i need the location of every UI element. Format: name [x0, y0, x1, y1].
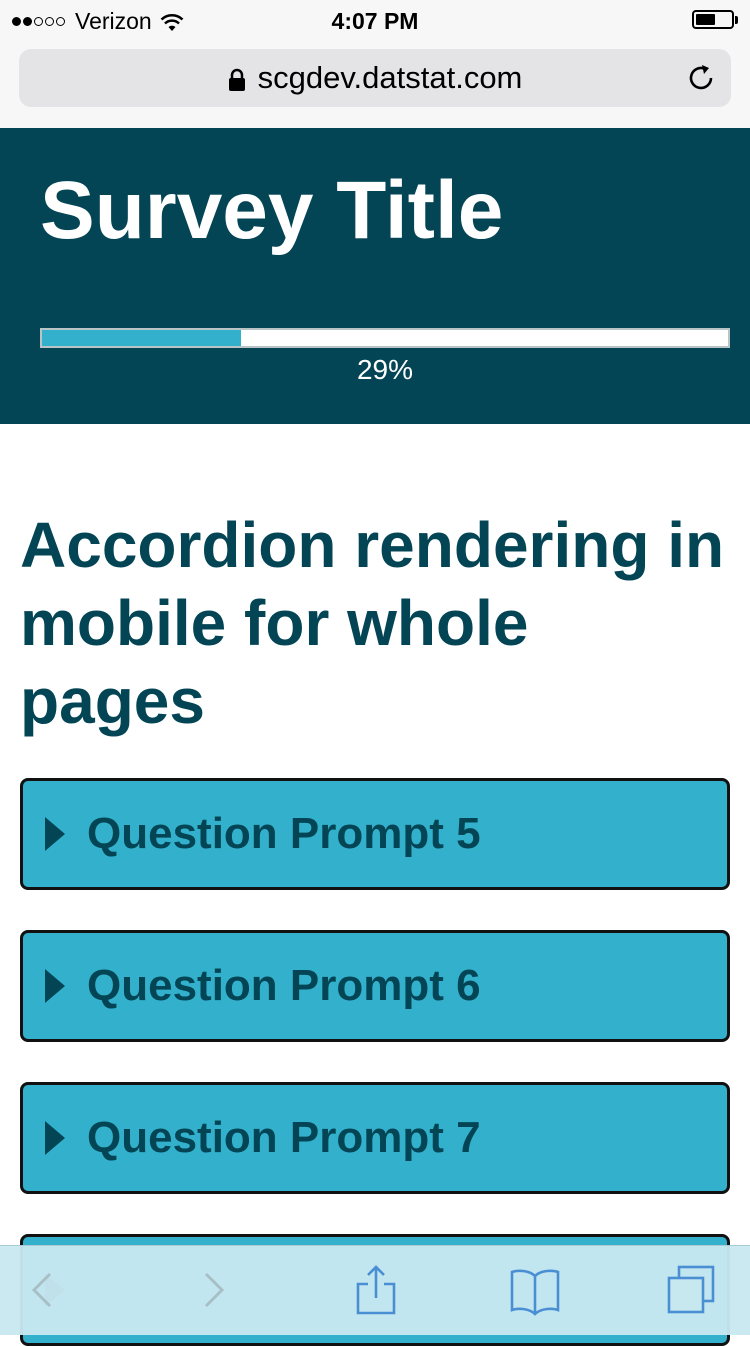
- bookmarks-icon[interactable]: [509, 1264, 561, 1316]
- caret-right-icon: [45, 1121, 65, 1155]
- survey-title: Survey Title: [40, 165, 504, 256]
- browser-toolbar: [0, 1245, 750, 1335]
- progress-bar-fill: [42, 330, 241, 346]
- url-text[interactable]: scgdev.datstat.com: [258, 60, 523, 96]
- progress-bar: [40, 328, 730, 348]
- accordion-item-question-5[interactable]: Question Prompt 5: [20, 778, 730, 890]
- reload-icon[interactable]: [685, 62, 717, 94]
- address-bar[interactable]: scgdev.datstat.com: [19, 49, 731, 107]
- survey-header: Survey Title 29%: [0, 128, 750, 424]
- accordion-item-question-6[interactable]: Question Prompt 6: [20, 930, 730, 1042]
- caret-right-icon: [45, 969, 65, 1003]
- browser-address-area: scgdev.datstat.com: [0, 40, 750, 128]
- accordion-item-question-7[interactable]: Question Prompt 7: [20, 1082, 730, 1194]
- battery-icon: [692, 10, 738, 29]
- progress-percent: 29%: [356, 354, 414, 385]
- page-heading: Accordion rendering in mobile for whole …: [20, 509, 725, 737]
- battery-level: [696, 14, 715, 25]
- lock-icon: [228, 68, 245, 91]
- accordion-label: Question Prompt 7: [87, 1113, 481, 1162]
- accordion-label: Question Prompt 6: [87, 961, 481, 1010]
- status-bar: Verizon 4:07 PM: [0, 0, 750, 40]
- accordion-label: Question Prompt 5: [87, 809, 481, 858]
- caret-right-icon: [45, 817, 65, 851]
- status-time: 4:07 PM: [331, 8, 419, 34]
- tabs-icon[interactable]: [665, 1264, 717, 1316]
- share-icon[interactable]: [350, 1264, 402, 1316]
- back-icon[interactable]: [18, 1264, 70, 1316]
- forward-icon[interactable]: [186, 1264, 238, 1316]
